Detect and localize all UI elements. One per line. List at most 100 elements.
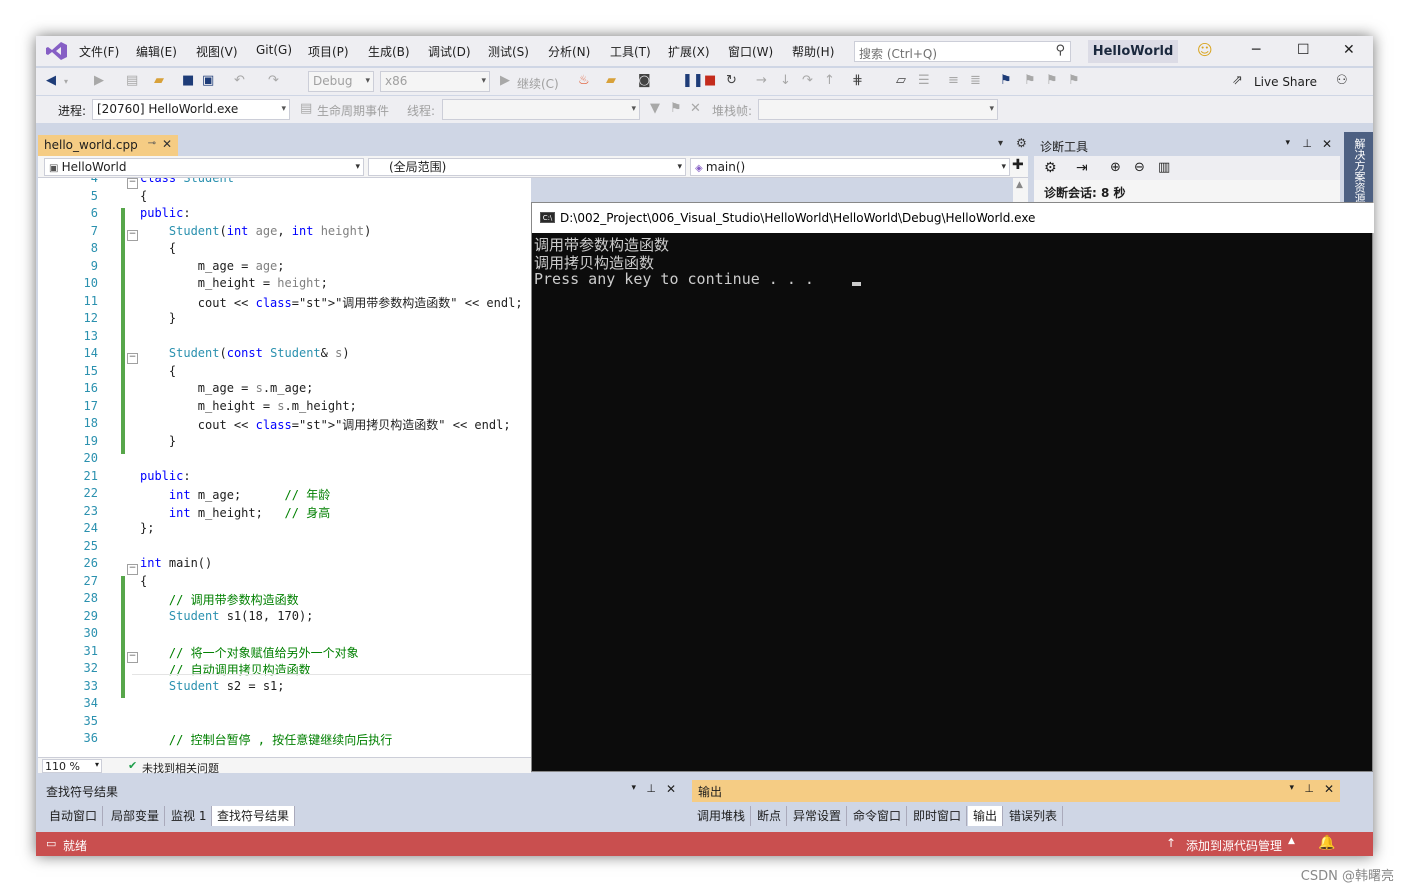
- flag-thread-icon[interactable]: ⚑: [670, 101, 682, 116]
- add-to-source-control[interactable]: 添加到源代码管理: [1186, 837, 1282, 854]
- source-control-dropdown-icon[interactable]: ▲: [1288, 836, 1295, 846]
- pin-icon[interactable]: ⊸: [148, 138, 156, 149]
- panel-dropdown-icon[interactable]: ▾: [1285, 138, 1290, 148]
- comment-icon[interactable]: ≡: [948, 73, 959, 88]
- menu-debug[interactable]: 调试(D): [428, 43, 471, 60]
- code-editor[interactable]: − − − − − 4 class Student 5 {6 public: 7 Stud…: [38, 178, 531, 757]
- back-dropdown-icon[interactable]: ▾: [64, 77, 68, 86]
- tab-immediate-window[interactable]: 即时窗口: [908, 806, 968, 826]
- split-icon[interactable]: ✚: [1012, 157, 1024, 173]
- close-panel-icon[interactable]: ✕: [666, 782, 676, 796]
- clear-bookmarks-icon[interactable]: ⚑: [1068, 73, 1080, 88]
- menu-tools[interactable]: 工具(T): [610, 43, 651, 60]
- console-window[interactable]: D:\002_Project\006_Visual_Studio\HelloWo…: [531, 202, 1374, 772]
- close-panel-icon[interactable]: ✕: [1324, 782, 1334, 796]
- panel-dropdown-icon[interactable]: ▾: [1289, 783, 1294, 793]
- tab-output[interactable]: 输出: [968, 806, 1004, 826]
- threads-icon[interactable]: ⋕: [852, 73, 863, 88]
- settings-gear-icon[interactable]: ⚙: [1016, 136, 1027, 150]
- fold-toggle[interactable]: −: [127, 178, 138, 189]
- minimize-button[interactable]: ─: [1252, 42, 1260, 58]
- fold-toggle[interactable]: −: [127, 353, 138, 364]
- fold-toggle[interactable]: −: [127, 564, 138, 575]
- tab-dropdown-icon[interactable]: ▾: [998, 138, 1003, 149]
- live-share-label[interactable]: Live Share: [1254, 75, 1317, 89]
- menu-analyze[interactable]: 分析(N): [548, 43, 590, 60]
- step-out-icon[interactable]: ↑: [824, 73, 835, 88]
- pin-icon[interactable]: ⊥: [646, 782, 656, 795]
- open-folder-icon[interactable]: ▰: [154, 73, 164, 88]
- hot-reload-icon[interactable]: ♨: [578, 73, 590, 88]
- filter-icon[interactable]: ▼: [650, 101, 660, 116]
- tab-locals[interactable]: 局部变量: [106, 806, 166, 826]
- flag-icon[interactable]: ⚑: [1000, 73, 1012, 88]
- thread-select[interactable]: ▾: [442, 99, 640, 120]
- tab-call-stack[interactable]: 调用堆栈: [692, 806, 752, 826]
- save-all-icon[interactable]: ▣: [202, 73, 214, 88]
- back-icon[interactable]: ◀: [46, 73, 56, 88]
- tab-find-symbol-results[interactable]: 查找符号结果: [212, 806, 296, 826]
- show-next-statement-icon[interactable]: →: [756, 73, 767, 88]
- issues-label[interactable]: 未找到相关问题: [142, 760, 219, 776]
- camera-icon[interactable]: ◙: [638, 73, 651, 88]
- zoom-in-icon[interactable]: ⊕: [1110, 160, 1121, 175]
- tab-breakpoints[interactable]: 断点: [752, 806, 788, 826]
- tab-hello-world-cpp[interactable]: hello_world.cpp ⊸ ✕: [38, 135, 178, 156]
- continue-icon[interactable]: ▶: [500, 73, 510, 88]
- panel-dropdown-icon[interactable]: ▾: [631, 783, 636, 793]
- stackframe-select[interactable]: ▾: [758, 99, 998, 120]
- bookmark-icon[interactable]: ▱: [896, 73, 906, 88]
- diag-settings-icon[interactable]: ⚙: [1044, 160, 1057, 176]
- close-tab-icon[interactable]: ✕: [162, 137, 172, 151]
- lifecycle-label[interactable]: 生命周期事件: [317, 102, 389, 119]
- undo-icon[interactable]: ↶: [234, 73, 245, 88]
- menu-file[interactable]: 文件(F): [79, 43, 119, 60]
- menu-edit[interactable]: 编辑(E): [136, 43, 177, 60]
- zoom-select[interactable]: 110 % ▾: [42, 759, 102, 773]
- scroll-up-icon[interactable]: ▲: [1016, 180, 1023, 190]
- menu-project[interactable]: 项目(P): [308, 43, 349, 60]
- pin-icon[interactable]: ⊥: [1304, 782, 1314, 795]
- close-window-button[interactable]: ✕: [1343, 42, 1355, 58]
- fold-toggle[interactable]: −: [127, 230, 138, 241]
- menu-test[interactable]: 测试(S): [488, 43, 529, 60]
- tab-error-list[interactable]: 错误列表: [1004, 806, 1064, 826]
- member-select[interactable]: ◈ main() ▾: [690, 158, 1010, 176]
- show-flagged-icon[interactable]: ✕: [690, 101, 701, 116]
- pin-icon[interactable]: ⊥: [1302, 137, 1312, 150]
- notifications-icon[interactable]: 🔔: [1318, 835, 1335, 851]
- save-icon[interactable]: ■: [182, 73, 194, 88]
- menu-help[interactable]: 帮助(H): [792, 43, 834, 60]
- step-into-icon[interactable]: ↓: [780, 73, 791, 88]
- next-bookmark-icon[interactable]: ⚑: [1046, 73, 1058, 88]
- platform-select[interactable]: x86 ▾: [380, 71, 490, 92]
- menu-git[interactable]: Git(G): [256, 43, 292, 57]
- restart-icon[interactable]: ↻: [726, 73, 737, 88]
- pause-icon[interactable]: ❚❚: [682, 73, 704, 88]
- export-icon[interactable]: ⇥: [1076, 160, 1088, 176]
- account-icon[interactable]: ⚇: [1336, 73, 1348, 88]
- outline-icon[interactable]: ☰: [918, 73, 930, 88]
- tab-watch-1[interactable]: 监视 1: [166, 806, 213, 826]
- scope-select[interactable]: (全局范围) ▾: [368, 158, 686, 176]
- tab-autos[interactable]: 自动窗口: [44, 806, 104, 826]
- search-box[interactable]: 搜索 (Ctrl+Q) ⚲: [854, 41, 1071, 62]
- feedback-icon[interactable]: ☺: [1197, 41, 1213, 59]
- stop-icon[interactable]: ■: [704, 73, 716, 88]
- menu-build[interactable]: 生成(B): [368, 43, 410, 60]
- menu-extensions[interactable]: 扩展(X): [668, 43, 710, 60]
- config-select[interactable]: Debug ▾: [308, 71, 374, 92]
- live-share-icon[interactable]: ⇗: [1232, 73, 1243, 88]
- project-select[interactable]: ▣ HelloWorld ▾: [44, 158, 364, 176]
- forward-icon[interactable]: ▶: [94, 73, 104, 88]
- browse-icon[interactable]: ▰: [606, 73, 616, 88]
- step-over-icon[interactable]: ↷: [802, 73, 813, 88]
- menu-view[interactable]: 视图(V): [196, 43, 238, 60]
- uncomment-icon[interactable]: ≣: [970, 73, 981, 88]
- menu-window[interactable]: 窗口(W): [728, 43, 773, 60]
- prev-bookmark-icon[interactable]: ⚑: [1024, 73, 1036, 88]
- close-panel-icon[interactable]: ✕: [1322, 137, 1332, 151]
- tab-exception-settings[interactable]: 异常设置: [788, 806, 848, 826]
- tab-command-window[interactable]: 命令窗口: [848, 806, 908, 826]
- new-item-icon[interactable]: ▤: [126, 73, 138, 88]
